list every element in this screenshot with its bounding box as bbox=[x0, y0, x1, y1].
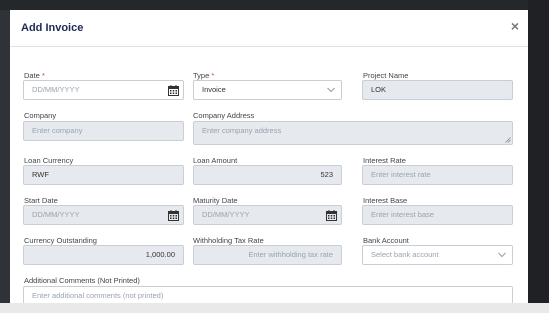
date-label: Date * bbox=[24, 71, 45, 80]
loan-currency-field[interactable]: RWF bbox=[23, 165, 184, 185]
bank-account-placeholder: Select bank account bbox=[371, 250, 439, 259]
interest-base-field[interactable]: Enter interest base bbox=[362, 205, 513, 225]
bank-account-label: Bank Account bbox=[363, 236, 409, 245]
type-label: Type * bbox=[193, 71, 214, 80]
resize-handle-icon[interactable] bbox=[505, 137, 511, 143]
bank-account-select[interactable]: Select bank account bbox=[362, 245, 513, 265]
withholding-tax-rate-placeholder: Enter withholding tax rate bbox=[248, 250, 333, 259]
interest-rate-field[interactable]: Enter interest rate bbox=[362, 165, 513, 185]
maturity-date-label: Maturity Date bbox=[193, 196, 238, 205]
loan-amount-value: 523 bbox=[320, 170, 333, 179]
chevron-down-icon bbox=[498, 252, 506, 258]
close-icon[interactable]: × bbox=[508, 19, 522, 33]
start-date-field[interactable]: DD/MM/YYYY bbox=[23, 205, 184, 225]
company-field[interactable]: Enter company bbox=[23, 121, 184, 141]
interest-rate-label: Interest Rate bbox=[363, 156, 406, 165]
company-address-placeholder: Enter company address bbox=[202, 126, 282, 135]
start-date-label: Start Date bbox=[24, 196, 58, 205]
currency-outstanding-label: Currency Outstanding bbox=[24, 236, 97, 245]
required-mark: * bbox=[211, 71, 215, 80]
maturity-date-field[interactable]: DD/MM/YYYY bbox=[193, 205, 342, 225]
additional-comments-label: Additional Comments (Not Printed) bbox=[24, 276, 140, 285]
company-address-label: Company Address bbox=[193, 111, 255, 120]
modal-backdrop-right bbox=[528, 0, 549, 313]
project-name-field[interactable]: LOK bbox=[362, 80, 513, 100]
calendar-icon[interactable] bbox=[168, 85, 179, 96]
interest-base-label: Interest Base bbox=[363, 196, 408, 205]
loan-currency-label: Loan Currency bbox=[24, 156, 74, 165]
company-placeholder: Enter company bbox=[32, 126, 83, 135]
date-label-text: Date bbox=[24, 71, 40, 80]
currency-outstanding-value: 1,000.00 bbox=[145, 250, 175, 259]
interest-rate-placeholder: Enter interest rate bbox=[371, 170, 431, 179]
withholding-tax-rate-label: Withholding Tax Rate bbox=[193, 236, 264, 245]
type-label-text: Type bbox=[193, 71, 210, 80]
maturity-date-placeholder: DD/MM/YYYY bbox=[202, 210, 250, 219]
interest-base-placeholder: Enter interest base bbox=[371, 210, 434, 219]
project-name-label: Project Name bbox=[363, 71, 409, 80]
modal-title: Add Invoice bbox=[21, 22, 84, 34]
withholding-tax-rate-field[interactable]: Enter withholding tax rate bbox=[193, 245, 342, 265]
calendar-icon[interactable] bbox=[168, 210, 179, 221]
loan-currency-value: RWF bbox=[32, 170, 49, 179]
project-name-value: LOK bbox=[371, 85, 387, 94]
required-mark: * bbox=[41, 71, 45, 80]
page-footer-strip bbox=[0, 303, 549, 313]
additional-comments-placeholder: Enter additional comments (not printed) bbox=[32, 291, 164, 300]
loan-amount-label: Loan Amount bbox=[193, 156, 238, 165]
type-select[interactable]: Invoice bbox=[193, 80, 342, 100]
currency-outstanding-field[interactable]: 1,000.00 bbox=[23, 245, 184, 265]
date-input[interactable]: DD/MM/YYYY bbox=[23, 80, 184, 100]
calendar-icon[interactable] bbox=[326, 210, 337, 221]
modal-header: Add Invoice × bbox=[10, 10, 528, 47]
start-date-placeholder: DD/MM/YYYY bbox=[32, 210, 80, 219]
company-address-textarea[interactable]: Enter company address bbox=[193, 121, 513, 145]
type-value: Invoice bbox=[202, 85, 226, 94]
add-invoice-modal: Add Invoice × Date * DD/MM/YYYY Type * I… bbox=[10, 10, 528, 303]
modal-backdrop-top bbox=[0, 0, 549, 10]
additional-comments-textarea[interactable]: Enter additional comments (not printed) bbox=[23, 286, 513, 303]
loan-amount-field[interactable]: 523 bbox=[193, 165, 342, 185]
chevron-down-icon bbox=[327, 87, 335, 93]
date-placeholder: DD/MM/YYYY bbox=[32, 85, 80, 94]
company-label: Company bbox=[24, 111, 57, 120]
